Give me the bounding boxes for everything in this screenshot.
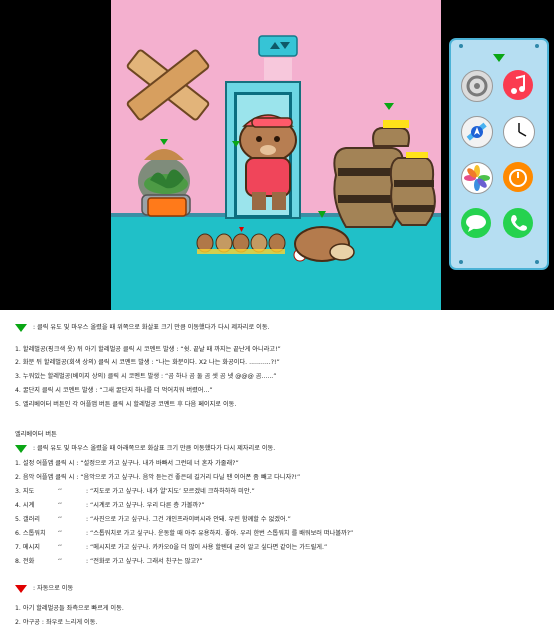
elevator-section-intro: : 클릭 유도 및 마우스 올렸을 때 아래쪽으로 화살표 크기 만큼 이동했다… [33, 445, 276, 452]
green-arrow-icon [493, 54, 505, 62]
screw-dot [535, 260, 539, 264]
ditto-mark: ‘’ [58, 502, 62, 509]
list-item: 3. 누워있는 할레벌공(베이지 상의) 클릭 시 코멘트 발생 : “곰 하나… [15, 373, 277, 380]
list-item: 5. 엘리베이터 버튼인 각 어플앱 버튼 클릭 시 할레벌공 코멘트 후 다음… [15, 401, 237, 408]
messages-app-icon[interactable] [461, 208, 491, 238]
photos-app-icon[interactable] [461, 162, 493, 194]
ditto-mark: ‘’ [58, 530, 62, 537]
ditto-mark: ‘’ [58, 516, 62, 523]
list-item-label: 6. 스톱워치 [15, 530, 46, 537]
phone-panel [449, 38, 549, 270]
game-scene [0, 0, 554, 310]
settings-app-icon[interactable] [461, 70, 493, 102]
list-item-label: 5. 갤러리 [15, 516, 40, 523]
ditto-mark: ‘’ [58, 558, 62, 565]
list-item-label: 3. 지도 [15, 488, 35, 495]
red-arrow-icon [15, 585, 27, 593]
phone-app-icon[interactable] [503, 208, 533, 238]
green-arrow-icon [15, 324, 27, 332]
floor [111, 217, 441, 310]
elevator-title: 엘리베이터 버튼 [15, 431, 57, 438]
screw-dot [459, 44, 463, 48]
ditto-mark: ‘’ [58, 488, 62, 495]
list-item: 1. 설정 어플앱 클릭 시 : “설정으로 가고 싶구나. 내가 바빠서 그런… [15, 460, 239, 467]
ditto-mark: ‘’ [58, 544, 62, 551]
screw-dot [459, 260, 463, 264]
list-item: 2. 음악 어플앱 클릭 시 : “음악으로 가고 싶구나. 음악 듣는건 좋은… [15, 474, 301, 481]
list-item: 2. 야구공 : 좌우로 느리게 이동. [15, 619, 98, 626]
baby-bears [196, 233, 286, 254]
list-item-label: 8. 전화 [15, 558, 35, 565]
list-item: 2. 화분 뒤 할레벌공(회색 상의) 클릭 시 코멘트 발생 : “나는 화분… [15, 359, 280, 366]
list-item-label: 7. 메시지 [15, 544, 40, 551]
list-item-desc: : “메시지로 가고 싶구나. 카카오0을 더 많이 사용 할텐데 굳이 알고 … [86, 544, 328, 551]
list-item: 4. 꿀단지 클릭 시 코멘트 발생 : “그새 꿀단지 하나를 더 먹어치워 … [15, 387, 213, 394]
list-item-label: 4. 시계 [15, 502, 35, 509]
list-item-desc: : “사진으로 가고 싶구나. 그건 개인프라이버시라 안돼. 우린 함께할 수… [86, 516, 291, 523]
plant-pot [138, 149, 191, 217]
list-item-desc: : “스톱워치로 가고 싶구나. 운동할 때 아주 유용하지. 좋아. 우리 한… [86, 530, 354, 537]
red-section-intro: : 자동으로 이동 [33, 585, 74, 592]
stopwatch-app-icon[interactable] [503, 162, 533, 192]
elevator-button [258, 35, 298, 57]
screw-dot [535, 44, 539, 48]
list-item-desc: : “지도로 가고 싶구나. 내가 얄’지도’ 모르겠네 크하하하하 미안.” [86, 488, 255, 495]
list-item: 1. 아기 할레벌공들 좌측으로 빠르게 이동. [15, 605, 124, 612]
list-item-desc: : “시계로 가고 싶구나. 우리 다른 층 가볼까?” [86, 502, 205, 509]
clock-app-icon[interactable] [503, 116, 535, 148]
list-item-desc: : “전화로 가고 싶구나. 그래서 친구는 많고?” [86, 558, 203, 565]
green-section-intro: : 클릭 유도 및 마우스 올렸을 때 위쪽으로 화살표 크기 만큼 이동했다가… [33, 324, 270, 331]
music-app-icon[interactable] [503, 70, 533, 100]
green-arrow-icon [15, 445, 27, 453]
list-item: 1. 할레벌공(핑크색 옷) 뒤 아기 할레벌공 클릭 시 코멘트 발생 : “… [15, 346, 281, 353]
maps-app-icon[interactable] [461, 116, 493, 148]
